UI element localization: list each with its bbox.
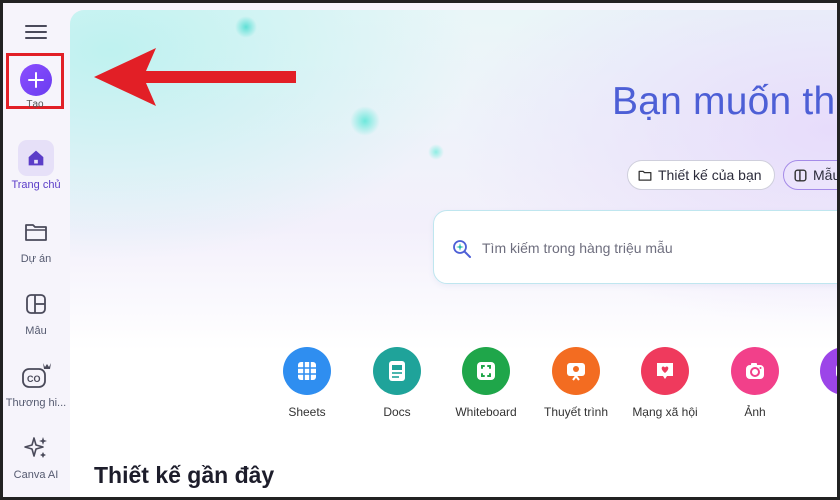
category-presentation[interactable]: Thuyết trình [530, 347, 622, 419]
docs-icon [373, 347, 421, 395]
decorative-glow [350, 106, 380, 136]
folder-icon [18, 214, 54, 250]
sidebar-item-label: Trang chủ [11, 179, 61, 191]
sidebar-item-brand[interactable]: CO Thương hi... [3, 358, 69, 409]
chip-label: Mẫu [813, 167, 840, 183]
sidebar: Tạo Trang chủ Dự án Mẫu CO Thương hi... … [3, 3, 69, 497]
camera-icon [731, 347, 779, 395]
create-label: Tạo [26, 99, 44, 110]
decorative-glow [235, 16, 257, 38]
sidebar-item-canva-ai[interactable]: Canva AI [3, 430, 69, 481]
template-icon [794, 168, 807, 182]
brand-crown-icon: CO [18, 358, 54, 394]
template-icon [18, 286, 54, 322]
frame-border-top [0, 0, 840, 3]
category-photo[interactable]: Ảnh [709, 347, 801, 419]
decorative-glow [428, 144, 444, 160]
category-label: Ảnh [744, 405, 766, 419]
category-whiteboard[interactable]: Whiteboard [440, 347, 532, 419]
sidebar-item-label: Canva AI [13, 469, 59, 481]
sheets-icon [283, 347, 331, 395]
home-icon [18, 140, 54, 176]
hamburger-menu-icon[interactable] [25, 21, 47, 43]
category-social-media[interactable]: Mạng xã hội [619, 347, 711, 419]
recent-designs-title: Thiết kế gần đây [94, 462, 275, 488]
annotation-arrow-icon [94, 48, 296, 106]
sidebar-item-label: Dự án [20, 253, 52, 265]
create-section: Tạo [6, 53, 68, 113]
social-heart-icon [641, 347, 689, 395]
category-video[interactable]: Vi [798, 347, 840, 419]
create-button[interactable] [20, 64, 52, 96]
sidebar-item-label: Mẫu [25, 325, 47, 337]
sparkle-icon [18, 430, 54, 466]
your-designs-chip[interactable]: Thiết kế của bạn [627, 160, 775, 190]
frame-border-left [0, 0, 3, 500]
sidebar-item-projects[interactable]: Dự án [3, 214, 69, 265]
category-label: Whiteboard [455, 405, 517, 419]
hero-title: Bạn muốn th [612, 80, 836, 123]
sidebar-item-templates[interactable]: Mẫu [3, 286, 69, 337]
presentation-icon [552, 347, 600, 395]
category-label: Mạng xã hội [632, 405, 698, 419]
category-label: Vi [798, 405, 840, 419]
sidebar-item-label: Thương hi... [5, 397, 67, 409]
category-label: Docs [383, 405, 411, 419]
templates-chip[interactable]: Mẫu [783, 160, 840, 190]
category-sheets[interactable]: Sheets [261, 347, 353, 419]
search-box [433, 210, 840, 284]
svg-text:CO: CO [27, 374, 41, 384]
category-label: Thuyết trình [543, 405, 609, 419]
whiteboard-icon [462, 347, 510, 395]
category-label: Sheets [288, 405, 326, 419]
search-input[interactable] [480, 231, 840, 265]
magic-search-icon [452, 238, 472, 263]
chip-label: Thiết kế của bạn [658, 167, 762, 183]
sidebar-item-home[interactable]: Trang chủ [3, 140, 69, 191]
category-docs[interactable]: Docs [351, 347, 443, 419]
folder-icon [638, 169, 652, 182]
